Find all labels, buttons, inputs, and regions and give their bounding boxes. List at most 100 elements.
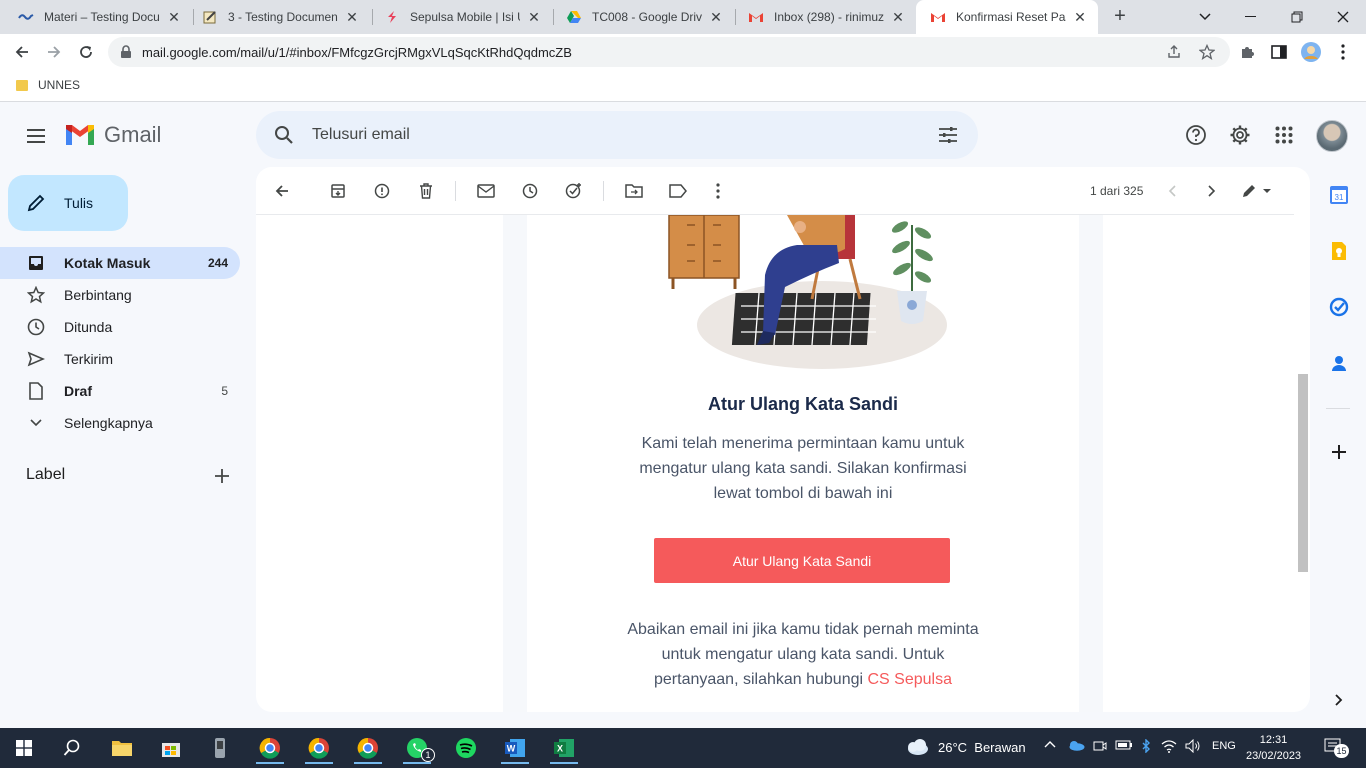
close-tab-icon[interactable]: ✕ xyxy=(890,9,906,26)
get-addons-plus-icon[interactable] xyxy=(1328,441,1350,463)
close-window-button[interactable] xyxy=(1320,0,1366,34)
microsoft-excel-icon[interactable]: X xyxy=(546,732,582,764)
battery-icon[interactable] xyxy=(1115,739,1133,754)
mark-unread-icon[interactable] xyxy=(474,179,498,203)
windows-start-icon[interactable] xyxy=(6,732,42,764)
google-keep-icon[interactable] xyxy=(1328,240,1350,262)
search-icon[interactable] xyxy=(272,123,296,152)
google-tasks-icon[interactable] xyxy=(1328,296,1350,318)
add-to-tasks-icon[interactable] xyxy=(562,179,586,203)
back-arrow-icon[interactable] xyxy=(10,40,34,64)
wifi-icon[interactable] xyxy=(1161,739,1177,756)
input-tools-pen-icon[interactable] xyxy=(1238,179,1274,203)
show-side-panel-chevron-icon[interactable] xyxy=(1328,689,1350,711)
show-hidden-icons-chevron[interactable] xyxy=(1044,739,1056,751)
meet-now-icon[interactable] xyxy=(1093,739,1107,756)
close-tab-icon[interactable]: ✕ xyxy=(166,9,182,26)
close-tab-icon[interactable]: ✕ xyxy=(708,9,724,26)
share-icon[interactable] xyxy=(1166,44,1182,65)
search-options-icon[interactable] xyxy=(936,123,960,152)
unread-count: 244 xyxy=(207,256,228,270)
newer-chevron-left-icon[interactable] xyxy=(1160,179,1184,203)
bluetooth-icon[interactable] xyxy=(1141,738,1151,756)
svg-text:W: W xyxy=(507,744,516,754)
audio-recorder-icon[interactable] xyxy=(202,732,238,764)
add-label-icon[interactable] xyxy=(212,466,232,486)
more-options-icon[interactable] xyxy=(706,179,730,203)
microsoft-store-icon[interactable] xyxy=(153,732,189,764)
chrome-taskbar-icon-1[interactable] xyxy=(252,732,288,764)
restore-button[interactable] xyxy=(1274,0,1320,34)
older-chevron-right-icon[interactable] xyxy=(1200,179,1224,203)
nav-item-sent[interactable]: Terkirim xyxy=(0,343,240,375)
snooze-clock-icon[interactable] xyxy=(518,179,542,203)
extensions-puzzle-icon[interactable] xyxy=(1236,41,1258,63)
delete-trash-icon[interactable] xyxy=(414,179,438,203)
browser-tab-strip: Materi – Testing Docu ✕ 3 - Testing Docu… xyxy=(0,0,1366,34)
bookmark-folder-unnes[interactable]: UNNES xyxy=(16,78,80,92)
cs-sepulsa-link[interactable]: CS Sepulsa xyxy=(868,671,953,688)
close-tab-icon[interactable]: ✕ xyxy=(526,9,542,26)
google-calendar-icon[interactable]: 31 xyxy=(1328,184,1350,206)
nav-item-more[interactable]: Selengkapnya xyxy=(0,407,240,439)
label-tag-icon[interactable] xyxy=(666,179,690,203)
address-bar[interactable]: mail.google.com/mail/u/1/#inbox/FMfcgzGr… xyxy=(108,37,1230,67)
tab-title: TC008 - Google Drive xyxy=(592,10,702,24)
close-tab-icon[interactable]: ✕ xyxy=(1072,9,1088,26)
file-explorer-icon[interactable] xyxy=(104,732,140,764)
reset-password-button[interactable]: Atur Ulang Kata Sandi xyxy=(654,538,950,583)
nav-item-inbox[interactable]: Kotak Masuk 244 xyxy=(0,247,240,279)
minimize-button[interactable] xyxy=(1228,0,1274,34)
tab-title: Materi – Testing Docu xyxy=(44,10,160,24)
archive-icon[interactable] xyxy=(326,179,350,203)
system-clock[interactable]: 12:31 23/02/2023 xyxy=(1246,732,1301,764)
weather-widget[interactable]: 26°C Berawan xyxy=(904,738,1026,756)
side-panel-icon[interactable] xyxy=(1268,41,1290,63)
back-to-inbox-icon[interactable] xyxy=(270,179,294,203)
close-tab-icon[interactable]: ✕ xyxy=(344,9,360,26)
new-tab-button[interactable]: + xyxy=(1108,5,1132,29)
taskbar-search-icon[interactable] xyxy=(54,732,90,764)
whatsapp-badge: 1 xyxy=(421,748,435,762)
microsoft-word-icon[interactable]: W xyxy=(497,732,533,764)
vertical-scrollbar[interactable] xyxy=(1298,374,1308,572)
search-input[interactable] xyxy=(312,123,872,147)
account-avatar[interactable] xyxy=(1316,120,1348,152)
tab-title: Sepulsa Mobile | Isi UI xyxy=(410,10,520,24)
profile-avatar-icon[interactable] xyxy=(1300,41,1322,63)
notification-center-icon[interactable]: 15 xyxy=(1324,737,1349,758)
browser-tab-5[interactable]: Inbox (298) - rinimuza ✕ xyxy=(734,0,916,34)
nav-item-snoozed[interactable]: Ditunda xyxy=(0,311,240,343)
chrome-menu-icon[interactable] xyxy=(1332,41,1354,63)
gmail-m-icon xyxy=(66,125,94,145)
google-apps-icon[interactable] xyxy=(1272,123,1296,147)
forward-arrow-icon[interactable] xyxy=(42,40,66,64)
help-icon[interactable] xyxy=(1184,123,1208,147)
settings-gear-icon[interactable] xyxy=(1228,123,1252,147)
nav-item-starred[interactable]: Berbintang xyxy=(0,279,240,311)
browser-tab-3[interactable]: Sepulsa Mobile | Isi UI ✕ xyxy=(370,0,552,34)
browser-tab-2[interactable]: 3 - Testing Documenta ✕ xyxy=(188,0,370,34)
bookmark-star-icon[interactable] xyxy=(1198,43,1216,65)
tab-search-button[interactable] xyxy=(1182,0,1228,34)
browser-tab-4[interactable]: TC008 - Google Drive ✕ xyxy=(552,0,734,34)
weather-text: 26°C Berawan xyxy=(938,739,1026,755)
browser-tab-1[interactable]: Materi – Testing Docu ✕ xyxy=(4,0,192,34)
gmail-logo[interactable]: Gmail xyxy=(64,122,161,148)
main-menu-icon[interactable] xyxy=(24,124,48,148)
mail-search-bar xyxy=(256,111,978,159)
compose-button[interactable]: Tulis xyxy=(8,175,128,231)
chrome-taskbar-icon-2[interactable] xyxy=(301,732,337,764)
browser-tab-6-active[interactable]: Konfirmasi Reset Passw ✕ xyxy=(916,0,1098,34)
input-language[interactable]: ENG xyxy=(1212,740,1236,752)
google-contacts-icon[interactable] xyxy=(1328,352,1350,374)
whatsapp-icon[interactable]: 1 xyxy=(399,732,435,764)
reload-icon[interactable] xyxy=(74,40,98,64)
volume-speaker-icon[interactable] xyxy=(1185,738,1201,756)
chrome-taskbar-icon-3[interactable] xyxy=(350,732,386,764)
move-to-folder-icon[interactable] xyxy=(622,179,646,203)
report-spam-icon[interactable] xyxy=(370,179,394,203)
nav-item-drafts[interactable]: Draf 5 xyxy=(0,375,240,407)
spotify-icon[interactable] xyxy=(448,732,484,764)
onedrive-cloud-icon[interactable] xyxy=(1067,739,1085,754)
